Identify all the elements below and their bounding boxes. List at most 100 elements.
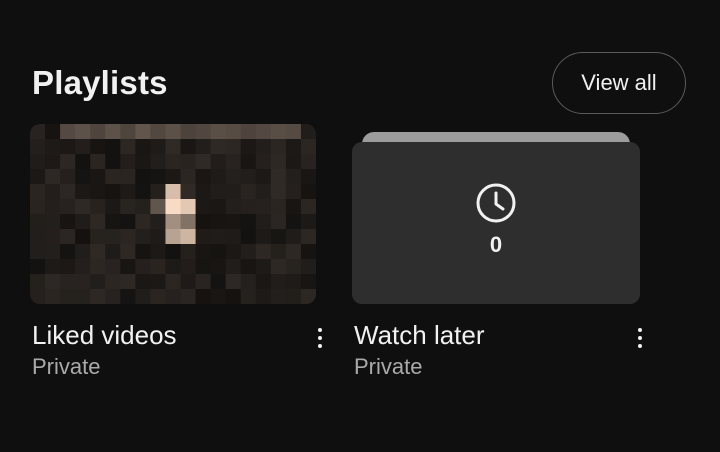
- thumbnail-pixel: [75, 184, 91, 200]
- thumbnail-pixel: [60, 244, 76, 260]
- thumbnail-pixel: [150, 199, 166, 215]
- thumbnail-pixel: [300, 214, 316, 230]
- thumbnail-pixel: [240, 274, 257, 290]
- thumbnail-pixel: [60, 229, 76, 245]
- thumbnail-pixel: [120, 184, 136, 200]
- thumbnail-pixel: [285, 154, 302, 170]
- thumbnail-pixel: [150, 169, 166, 185]
- thumbnail-pixel: [210, 259, 227, 275]
- thumbnail-pixel: [60, 124, 76, 140]
- thumbnail-pixel: [30, 244, 46, 260]
- menu-dot: [318, 344, 322, 348]
- thumbnail-pixel: [30, 139, 46, 155]
- thumbnail-pixel: [120, 199, 136, 215]
- playlists-section: Playlists View all Liked videos Private …: [0, 0, 720, 452]
- thumbnail-pixel: [210, 169, 227, 185]
- thumbnail-pixel: [165, 244, 182, 260]
- thumbnail-pixel: [285, 289, 302, 304]
- thumbnail-pixel: [105, 289, 121, 304]
- thumbnail-pixel: [90, 274, 106, 290]
- thumbnail-pixel: [135, 274, 151, 290]
- thumbnail-pixel: [120, 214, 136, 230]
- thumbnail-pixel: [45, 124, 61, 140]
- thumbnail-pixel: [135, 214, 151, 230]
- thumbnail-pixel: [225, 214, 242, 230]
- thumbnail-pixel: [225, 274, 242, 290]
- thumbnail-pixel: [165, 169, 182, 185]
- thumbnail-pixel: [255, 229, 272, 245]
- thumbnail-pixel: [225, 139, 242, 155]
- thumbnail-pixel: [195, 289, 212, 304]
- thumbnail-pixel: [135, 289, 151, 304]
- playlist-thumbnail[interactable]: 0: [352, 124, 640, 304]
- thumbnail-pixel: [45, 289, 61, 304]
- thumbnail-pixel: [300, 244, 316, 260]
- thumbnail-pixel: [210, 274, 227, 290]
- more-vert-icon[interactable]: [308, 322, 332, 354]
- thumbnail-pixel: [225, 124, 242, 140]
- thumbnail-pixel: [90, 169, 106, 185]
- thumbnail-pixel: [300, 139, 316, 155]
- thumbnail-pixel: [90, 244, 106, 260]
- thumbnail-pixel: [225, 259, 242, 275]
- thumbnail-pixel: [165, 184, 182, 200]
- thumbnail-pixel: [270, 259, 287, 275]
- thumbnail-pixel: [225, 289, 242, 304]
- thumbnail-pixel: [195, 199, 212, 215]
- thumbnail-pixel: [60, 169, 76, 185]
- thumbnail-pixel: [270, 199, 287, 215]
- thumbnail-pixel: [240, 199, 257, 215]
- playlist-privacy: Private: [32, 354, 101, 379]
- thumbnail-pixel: [240, 124, 257, 140]
- thumbnail-pixel: [195, 244, 212, 260]
- thumbnail-pixel: [135, 169, 151, 185]
- thumbnail-pixel: [45, 274, 61, 290]
- thumbnail-pixel: [75, 214, 91, 230]
- thumbnail-pixel: [75, 274, 91, 290]
- thumbnail-pixel: [120, 124, 136, 140]
- thumbnail-pixel: [120, 154, 136, 170]
- thumbnail-pixel: [300, 169, 316, 185]
- thumbnail-pixel: [30, 214, 46, 230]
- thumbnail-pixel: [105, 139, 121, 155]
- playlist-title[interactable]: Liked videos: [32, 320, 177, 351]
- thumbnail-pixel: [270, 214, 287, 230]
- thumbnail-pixel: [270, 289, 287, 304]
- thumbnail-pixel: [150, 289, 166, 304]
- thumbnail-pixel: [60, 289, 76, 304]
- thumbnail-pixel: [195, 124, 212, 140]
- more-vert-icon[interactable]: [628, 322, 652, 354]
- view-all-button[interactable]: View all: [552, 52, 686, 114]
- thumbnail-pixel: [105, 214, 121, 230]
- thumbnail-pixel: [30, 289, 46, 304]
- thumbnail-pixel: [105, 274, 121, 290]
- playlist-card-watch-later[interactable]: 0 Watch later Private: [352, 124, 642, 379]
- thumbnail-pixel: [75, 229, 91, 245]
- thumbnail-pixel: [210, 139, 227, 155]
- thumbnail-pixel: [240, 184, 257, 200]
- thumbnail-pixel: [180, 184, 197, 200]
- playlist-card-liked-videos[interactable]: Liked videos Private: [30, 124, 322, 379]
- thumbnail-pixel: [180, 289, 197, 304]
- thumbnail-pixel: [135, 154, 151, 170]
- thumbnail-pixel: [120, 259, 136, 275]
- thumbnail-pixel: [255, 289, 272, 304]
- thumbnail-pixel: [255, 214, 272, 230]
- playlist-title[interactable]: Watch later: [354, 320, 485, 351]
- thumbnail-pixel: [135, 139, 151, 155]
- thumbnail-pixel: [225, 154, 242, 170]
- menu-dot: [318, 328, 322, 332]
- playlist-thumbnail[interactable]: [30, 124, 316, 304]
- thumbnail-pixel: [45, 259, 61, 275]
- thumbnail-pixel: [255, 124, 272, 140]
- thumbnail-pixel: [105, 244, 121, 260]
- thumbnail-pixel: [45, 214, 61, 230]
- thumbnail-pixel: [180, 274, 197, 290]
- thumbnail-pixel: [180, 169, 197, 185]
- thumbnail-pixel: [285, 259, 302, 275]
- thumbnail-pixel: [300, 154, 316, 170]
- thumbnail-pixel: [300, 259, 316, 275]
- thumbnail-pixel: [30, 274, 46, 290]
- thumbnail-pixel: [285, 274, 302, 290]
- thumbnail-pixel: [270, 154, 287, 170]
